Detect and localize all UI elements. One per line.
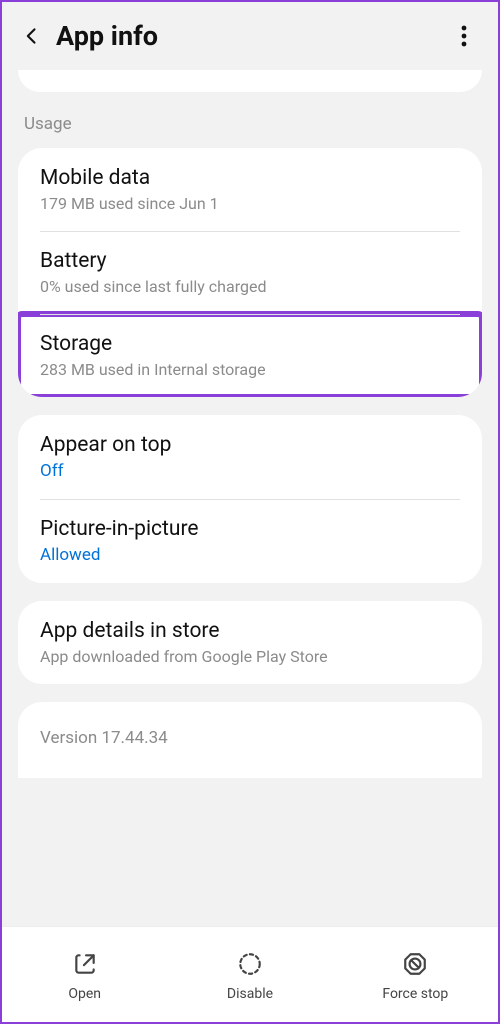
row-sub: App downloaded from Google Play Store bbox=[40, 647, 460, 666]
row-title: Battery bbox=[40, 249, 460, 273]
row-title: Mobile data bbox=[40, 166, 460, 190]
disable-icon bbox=[234, 948, 266, 980]
row-app-details-in-store[interactable]: App details in store App downloaded from… bbox=[18, 601, 482, 684]
bottom-label: Open bbox=[68, 986, 101, 1002]
disable-button[interactable]: Disable bbox=[167, 927, 332, 1022]
row-title: Appear on top bbox=[40, 433, 460, 457]
display-card: Appear on top Off Picture-in-picture All… bbox=[18, 415, 482, 583]
row-title: App details in store bbox=[40, 619, 460, 643]
open-icon bbox=[69, 948, 101, 980]
bottom-label: Disable bbox=[227, 986, 273, 1002]
row-battery[interactable]: Battery 0% used since last fully charged bbox=[18, 231, 482, 314]
row-storage[interactable]: Storage 283 MB used in Internal storage bbox=[18, 314, 482, 397]
more-options-icon[interactable] bbox=[450, 22, 478, 50]
header: App info bbox=[2, 2, 498, 70]
row-sub: 0% used since last fully charged bbox=[40, 277, 460, 296]
row-title: Storage bbox=[40, 332, 460, 356]
usage-card: Mobile data 179 MB used since Jun 1 Batt… bbox=[18, 148, 482, 397]
page-title: App info bbox=[56, 20, 450, 52]
app-info-screen: App info Usage Mobile data 179 MB used s… bbox=[2, 2, 498, 1022]
row-appear-on-top[interactable]: Appear on top Off bbox=[18, 415, 482, 499]
content-scroll[interactable]: Usage Mobile data 179 MB used since Jun … bbox=[2, 70, 498, 926]
section-label-usage: Usage bbox=[18, 106, 482, 148]
bottom-bar: Open Disable Force stop bbox=[2, 926, 498, 1022]
store-card: App details in store App downloaded from… bbox=[18, 601, 482, 684]
force-stop-button[interactable]: Force stop bbox=[333, 927, 498, 1022]
row-sub: 283 MB used in Internal storage bbox=[40, 360, 460, 379]
back-icon[interactable] bbox=[18, 22, 46, 50]
row-sub: 179 MB used since Jun 1 bbox=[40, 194, 460, 213]
open-button[interactable]: Open bbox=[2, 927, 167, 1022]
version-card: Version 17.44.34 bbox=[18, 702, 482, 778]
bottom-label: Force stop bbox=[382, 986, 448, 1002]
row-title: Picture-in-picture bbox=[40, 517, 460, 541]
row-value: Off bbox=[40, 461, 460, 481]
version-text: Version 17.44.34 bbox=[40, 728, 460, 748]
row-picture-in-picture[interactable]: Picture-in-picture Allowed bbox=[18, 499, 482, 583]
force-stop-icon bbox=[399, 948, 431, 980]
row-mobile-data[interactable]: Mobile data 179 MB used since Jun 1 bbox=[18, 148, 482, 231]
row-value: Allowed bbox=[40, 545, 460, 565]
previous-card-bottom bbox=[18, 70, 482, 92]
